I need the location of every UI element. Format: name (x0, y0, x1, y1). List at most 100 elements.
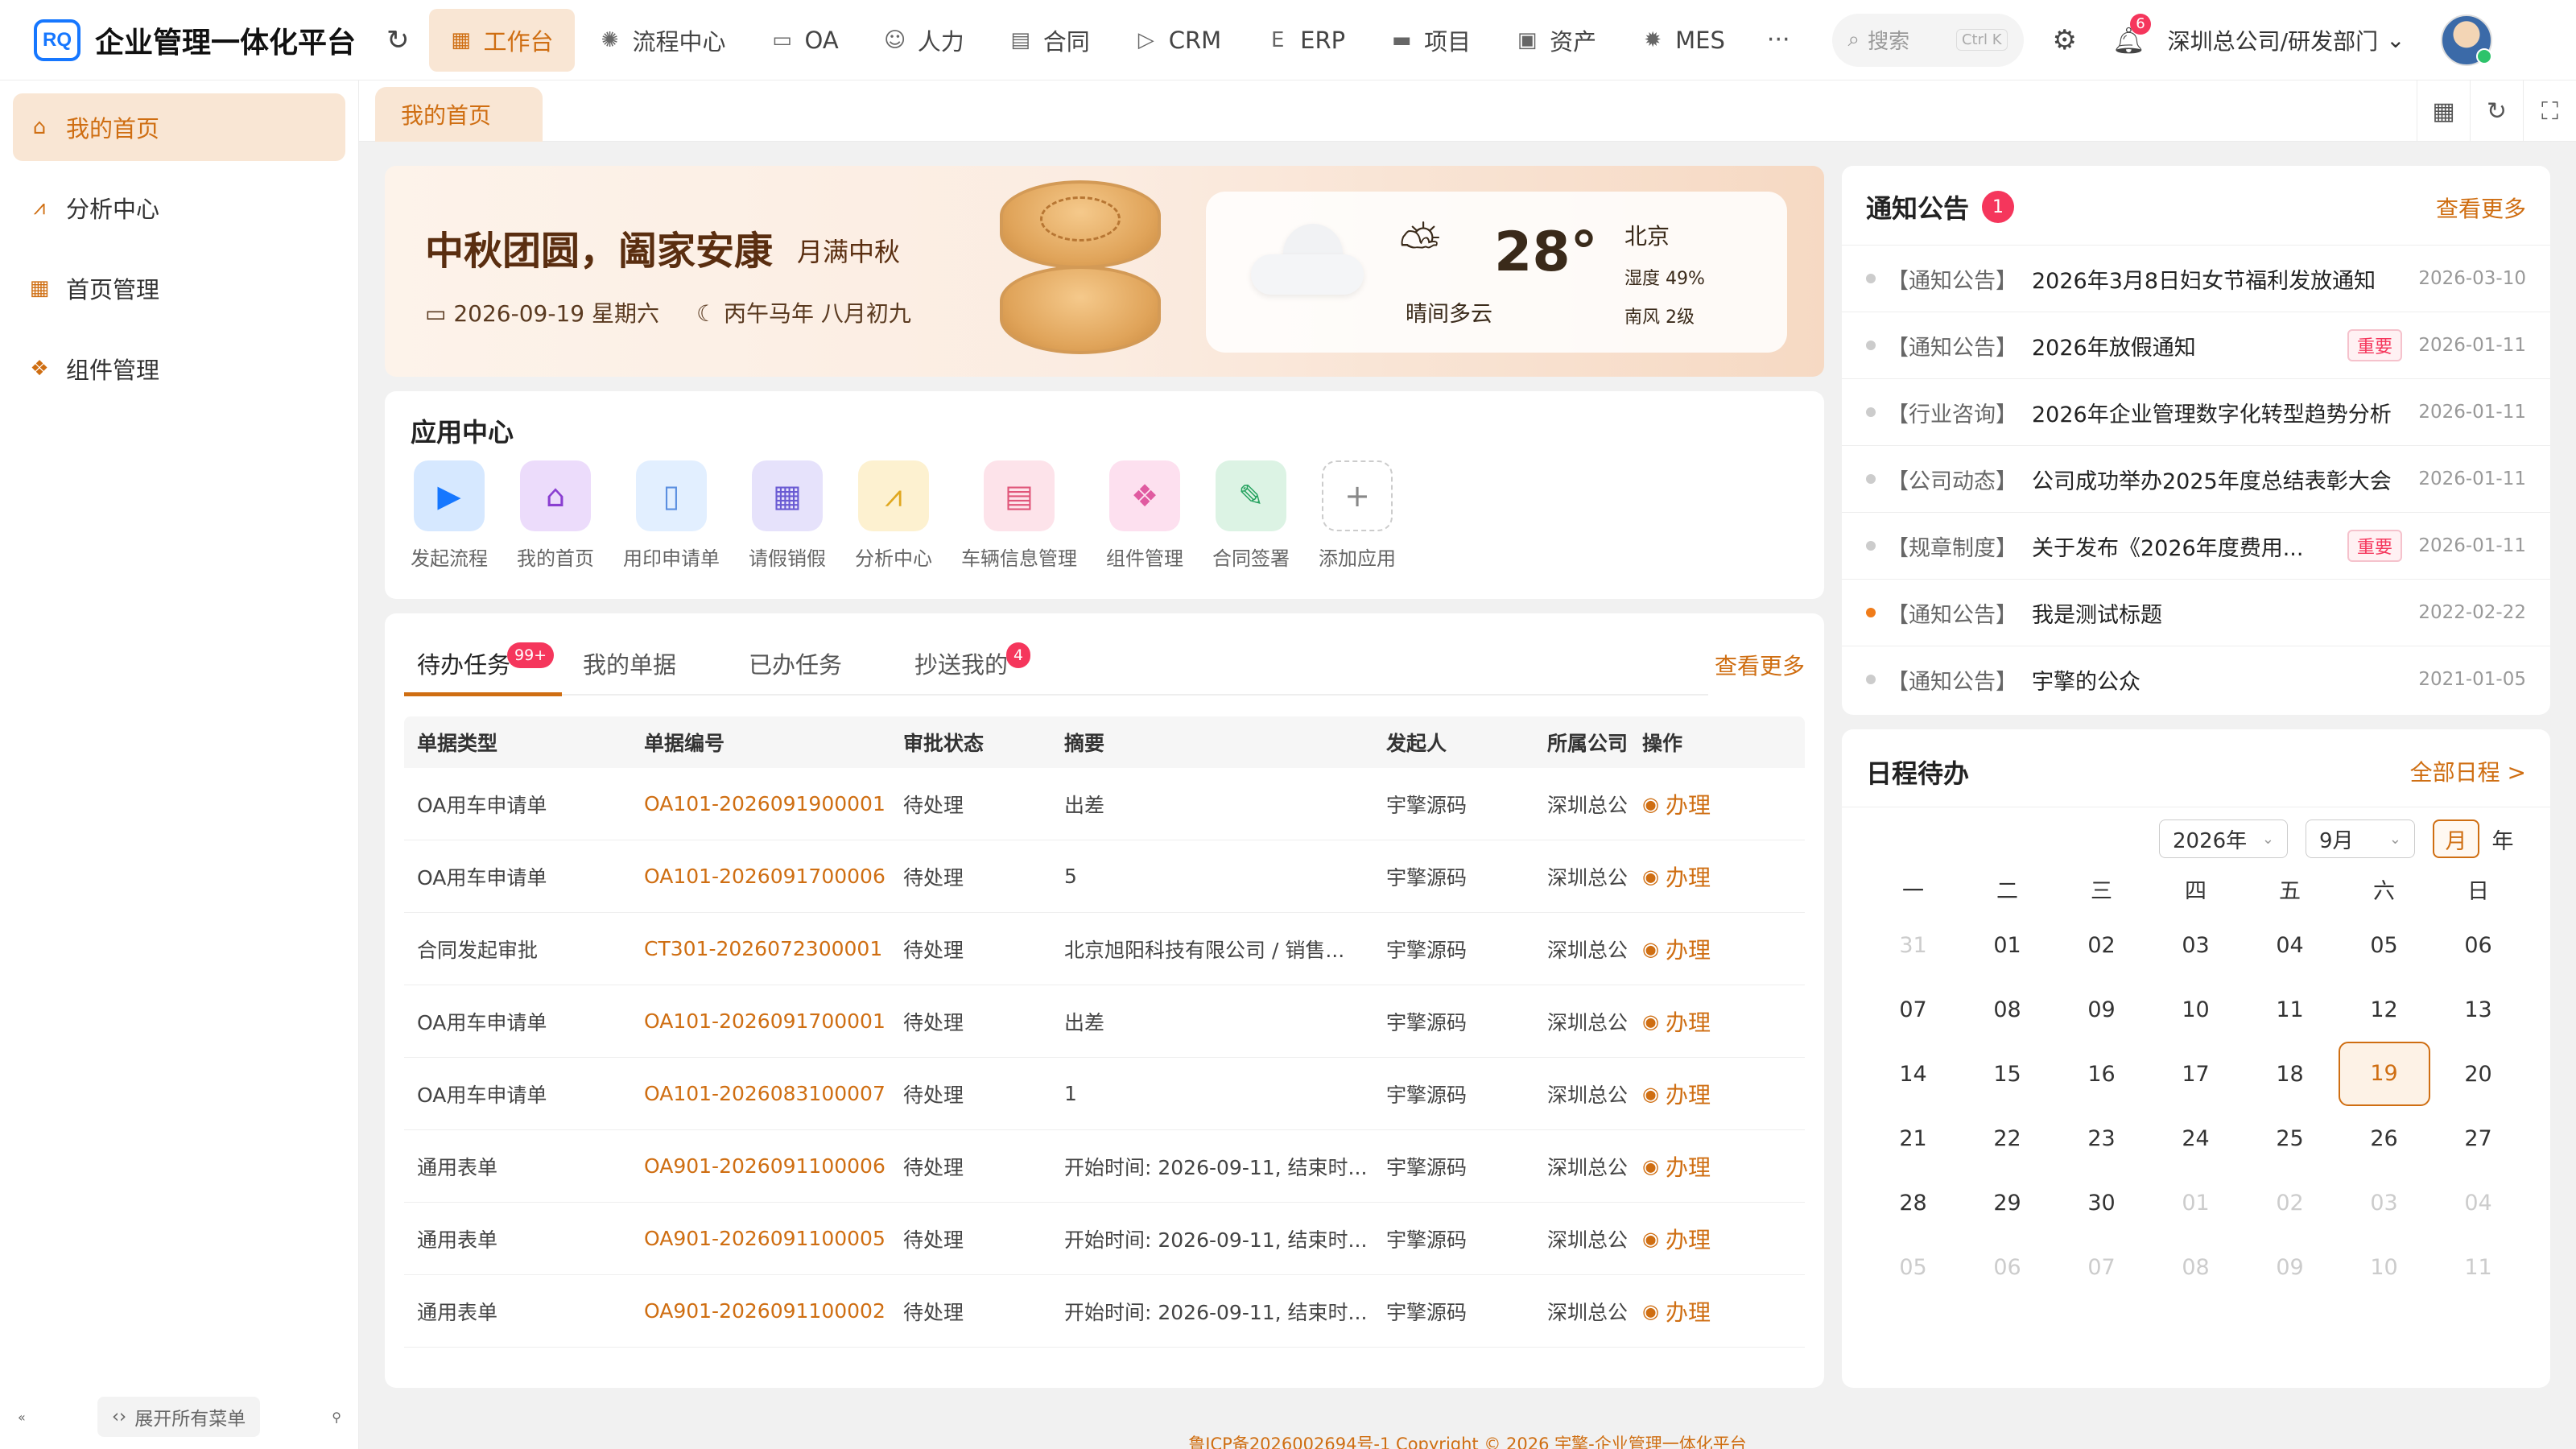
cell-code[interactable]: CT301-2026072300001 (631, 937, 890, 960)
calendar-day[interactable]: 24 (2149, 1126, 2243, 1151)
task-tab[interactable]: 抄送我的 4 (902, 630, 1067, 697)
calendar-day[interactable]: 12 (2337, 997, 2431, 1022)
fullscreen-icon[interactable]: ⛶ (2523, 80, 2576, 142)
pin-icon[interactable]: ⚲ (332, 1410, 341, 1425)
handle-button[interactable]: ◉ 办理 (1642, 1295, 1805, 1327)
calendar-day[interactable]: 03 (2149, 933, 2243, 958)
cell-code[interactable]: OA101-2026091700001 (631, 1009, 890, 1033)
calendar-day[interactable]: 17 (2149, 1062, 2243, 1087)
calendar-day[interactable]: 16 (2054, 1062, 2149, 1087)
calendar-day[interactable]: 08 (2149, 1255, 2243, 1280)
calendar-day[interactable]: 10 (2149, 997, 2243, 1022)
cell-code[interactable]: OA101-2026091900001 (631, 792, 890, 815)
calendar-day[interactable]: 08 (1960, 997, 2054, 1022)
task-tab[interactable]: 已办任务 (736, 630, 902, 697)
task-tab[interactable]: 我的单据 (570, 630, 736, 697)
nav-item-grid[interactable]: ▦ 工作台 (428, 8, 575, 72)
calendar-day[interactable]: 22 (1960, 1126, 2054, 1151)
notice-item[interactable]: 【通知公告】 2026年放假通知 重要 2026-01-11 (1842, 312, 2550, 378)
calendar-day[interactable]: 31 (1866, 933, 1960, 958)
org-switcher[interactable]: 深圳总公司/研发部门 ⌄ (2168, 24, 2405, 56)
app-home[interactable]: ⌂ 我的首页 (517, 460, 594, 571)
cell-code[interactable]: OA901-2026091100005 (631, 1227, 890, 1250)
calendar-day-today[interactable]: 19 (2337, 1042, 2431, 1106)
handle-button[interactable]: ◉ 办理 (1642, 1078, 1805, 1110)
notice-item[interactable]: 【行业咨询】 2026年企业管理数字化转型趋势分析 2026-01-11 (1842, 378, 2550, 445)
app-calendar[interactable]: ▦ 请假销假 (749, 460, 826, 571)
calendar-day[interactable]: 11 (2431, 1255, 2525, 1280)
calendar-day[interactable]: 03 (2337, 1191, 2431, 1216)
calendar-day[interactable]: 20 (2431, 1062, 2525, 1087)
calendar-day[interactable]: 04 (2431, 1191, 2525, 1216)
notice-item[interactable]: 【公司动态】 公司成功举办2025年度总结表彰大会 2026-01-11 (1842, 445, 2550, 512)
calendar-day[interactable]: 23 (2054, 1126, 2149, 1151)
cell-code[interactable]: OA101-2026083100007 (631, 1082, 890, 1105)
tab-home[interactable]: 我的首页 (375, 87, 543, 142)
calendar-day[interactable]: 06 (2431, 933, 2525, 958)
calendar-day[interactable]: 18 (2243, 1062, 2337, 1087)
nav-item-asset[interactable]: ▣ 资产 (1495, 9, 1617, 72)
app-car[interactable]: ▤ 车辆信息管理 (961, 460, 1077, 571)
bell-icon[interactable]: 🔔︎ 6 (2112, 13, 2152, 56)
handle-button[interactable]: ◉ 办理 (1642, 1150, 1805, 1183)
calendar-day[interactable]: 27 (2431, 1126, 2525, 1151)
app-document[interactable]: ▯ 用印申请单 (623, 460, 720, 571)
nav-item-workflow[interactable]: ✺ 流程中心 (578, 9, 747, 72)
calendar-day[interactable]: 26 (2337, 1126, 2431, 1151)
cell-code[interactable]: OA901-2026091100002 (631, 1299, 890, 1323)
calendar-day[interactable]: 06 (1960, 1255, 2054, 1280)
avatar[interactable] (2440, 14, 2492, 66)
sidebar-item-analysis[interactable]: ⩘ 分析中心 (13, 174, 345, 242)
expand-all-button[interactable]: ‹› 展开所有菜单 (97, 1397, 261, 1437)
handle-button[interactable]: ◉ 办理 (1642, 788, 1805, 820)
calendar-day[interactable]: 13 (2431, 997, 2525, 1022)
nav-item-mes[interactable]: ✹ MES (1620, 9, 1746, 72)
collapse-icon[interactable]: « (18, 1410, 26, 1425)
nav-item-erp[interactable]: E ERP (1245, 9, 1366, 72)
nav-item-people[interactable]: ☺ 人力 (863, 9, 985, 72)
gear-icon[interactable]: ⚙ (2053, 24, 2077, 56)
calendar-day[interactable]: 21 (1866, 1126, 1960, 1151)
calendar-day[interactable]: 25 (2243, 1126, 2337, 1151)
task-tab[interactable]: 待办任务 99+ (404, 630, 570, 697)
notice-item[interactable]: 【通知公告】 我是测试标题 2022-02-22 (1842, 579, 2550, 646)
cell-code[interactable]: OA101-2026091700006 (631, 865, 890, 888)
app-plus[interactable]: + 添加应用 (1319, 460, 1396, 571)
calendar-day[interactable]: 30 (2054, 1191, 2149, 1216)
search-input[interactable]: ⌕ 搜索 Ctrl K (1831, 13, 2024, 67)
month-select[interactable]: 9月 ⌄ (2306, 819, 2415, 858)
calendar-day[interactable]: 05 (1866, 1255, 1960, 1280)
calendar-day[interactable]: 14 (1866, 1062, 1960, 1087)
refresh-icon[interactable]: ↻ (386, 24, 410, 56)
calendar-day[interactable]: 02 (2243, 1191, 2337, 1216)
mode-year-button[interactable]: 年 (2479, 819, 2526, 858)
grid-icon[interactable]: ▦ (2417, 80, 2470, 142)
more-icon[interactable]: ··· (1749, 26, 1808, 54)
calendar-day[interactable]: 05 (2337, 933, 2431, 958)
calendar-day[interactable]: 07 (2054, 1255, 2149, 1280)
nav-item-contract[interactable]: ▤ 合同 (989, 9, 1111, 72)
schedule-more-link[interactable]: 全部日程 > (2410, 755, 2526, 787)
calendar-day[interactable]: 01 (2149, 1191, 2243, 1216)
sidebar-item-home[interactable]: ⌂ 我的首页 (13, 93, 345, 161)
mode-month-button[interactable]: 月 (2433, 819, 2479, 858)
app-component[interactable]: ❖ 组件管理 (1106, 460, 1183, 571)
calendar-day[interactable]: 09 (2243, 1255, 2337, 1280)
sidebar-item-layout[interactable]: ▦ 首页管理 (13, 254, 345, 322)
calendar-day[interactable]: 02 (2054, 933, 2149, 958)
sidebar-item-component[interactable]: ❖ 组件管理 (13, 335, 345, 402)
nav-item-oa[interactable]: ▭ OA (750, 9, 860, 72)
calendar-day[interactable]: 04 (2243, 933, 2337, 958)
calendar-day[interactable]: 15 (1960, 1062, 2054, 1087)
handle-button[interactable]: ◉ 办理 (1642, 1005, 1805, 1038)
notice-item[interactable]: 【规章制度】 关于发布《2026年度费用... 重要 2026-01-11 (1842, 512, 2550, 579)
calendar-day[interactable]: 10 (2337, 1255, 2431, 1280)
calendar-day[interactable]: 09 (2054, 997, 2149, 1022)
tasks-more-link[interactable]: 查看更多 (1715, 649, 1805, 681)
notice-item[interactable]: 【通知公告】 2026年3月8日妇女节福利发放通知 2026-03-10 (1842, 245, 2550, 312)
nav-item-crm[interactable]: ▷ CRM (1114, 9, 1242, 72)
refresh-tab-icon[interactable]: ↻ (2470, 80, 2523, 142)
calendar-day[interactable]: 29 (1960, 1191, 2054, 1216)
app-play[interactable]: ▶ 发起流程 (411, 460, 488, 571)
year-select[interactable]: 2026年 ⌄ (2159, 819, 2288, 858)
